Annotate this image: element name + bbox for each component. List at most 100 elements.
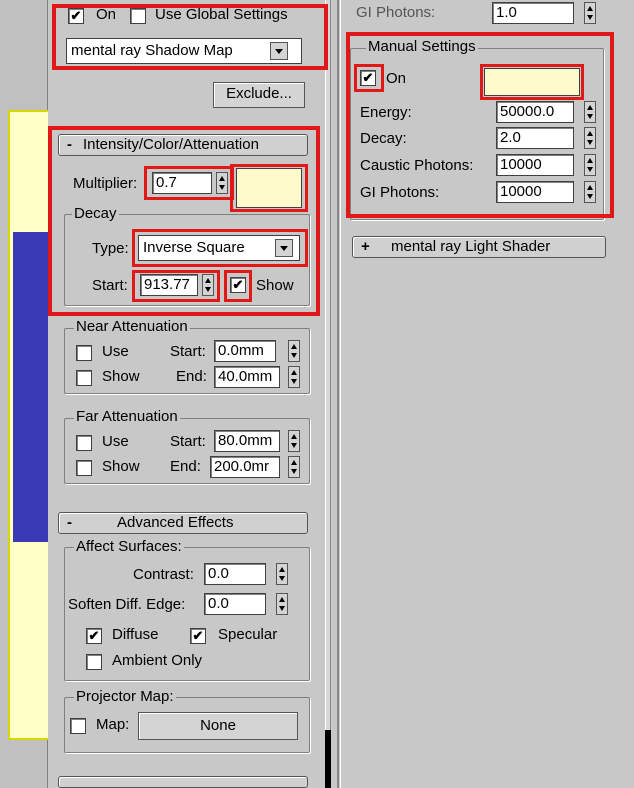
diffuse-checkbox[interactable]: ✔	[86, 628, 102, 644]
far-use-label: Use	[102, 433, 129, 450]
manual-on-label: On	[386, 70, 407, 87]
check-icon: ✔	[362, 70, 374, 85]
caustic-photons-input[interactable]: 10000	[496, 154, 574, 176]
soften-diff-edge-input[interactable]: 0.0	[204, 593, 266, 615]
near-use-label: Use	[102, 343, 129, 360]
use-global-settings-label: Use Global Settings	[155, 6, 288, 23]
shadow-on-label: On	[96, 6, 117, 23]
decay-input[interactable]: 2.0	[496, 127, 574, 149]
near-start-spinner[interactable]	[288, 340, 300, 362]
multiplier-input[interactable]: 0.7	[152, 172, 212, 194]
shadow-type-dropdown[interactable]: mental ray Shadow Map	[66, 38, 302, 64]
decay-show-checkbox[interactable]: ✔	[230, 277, 246, 293]
collapse-icon: -	[67, 514, 72, 531]
shadow-type-value: mental ray Shadow Map	[71, 42, 233, 59]
far-use-checkbox[interactable]	[76, 435, 92, 451]
intensity-header-label: Intensity/Color/Attenuation	[83, 136, 259, 153]
manual-on-checkbox[interactable]: ✔	[360, 70, 376, 86]
gi-photons-top-label: GI Photons:	[356, 4, 436, 21]
next-rollout-header[interactable]	[58, 776, 308, 788]
decay-show-label: Show	[256, 277, 294, 294]
decay-label: Decay:	[360, 130, 407, 147]
decay-start-label: Start:	[92, 277, 128, 294]
manual-settings-title: Manual Settings	[366, 38, 478, 55]
contrast-spinner[interactable]	[276, 563, 288, 585]
check-icon: ✔	[70, 8, 82, 23]
multiplier-spinner[interactable]	[216, 172, 228, 194]
caustic-photons-label: Caustic Photons:	[360, 157, 474, 174]
ambient-only-checkbox[interactable]	[86, 654, 102, 670]
near-end-input[interactable]: 40.0mm	[214, 366, 280, 388]
light-shader-rollout-header[interactable]: + mental ray Light Shader	[352, 236, 606, 258]
energy-label: Energy:	[360, 104, 412, 121]
advanced-effects-header-label: Advanced Effects	[117, 514, 234, 531]
far-start-input[interactable]: 80.0mm	[214, 430, 280, 452]
energy-input[interactable]: 50000.0	[496, 101, 574, 123]
decay-type-label: Type:	[92, 240, 129, 257]
near-end-label: End:	[176, 368, 207, 385]
near-show-checkbox[interactable]	[76, 370, 92, 386]
near-use-checkbox[interactable]	[76, 345, 92, 361]
affect-surfaces-title: Affect Surfaces:	[74, 538, 184, 555]
soften-diff-edge-label: Soften Diff. Edge:	[68, 596, 186, 613]
check-icon: ✔	[88, 628, 100, 643]
projector-map-title: Projector Map:	[74, 688, 176, 705]
specular-checkbox[interactable]: ✔	[190, 628, 206, 644]
light-shader-header-label: mental ray Light Shader	[391, 238, 551, 255]
projector-map-button[interactable]: None	[138, 712, 298, 740]
contrast-input[interactable]: 0.0	[204, 563, 266, 585]
diffuse-label: Diffuse	[112, 626, 159, 643]
decay-title: Decay	[72, 205, 119, 222]
multiplier-label: Multiplier:	[73, 175, 138, 192]
gi-photons-top-input[interactable]: 1.0	[492, 2, 574, 24]
advanced-effects-rollout-header[interactable]: - Advanced Effects	[58, 512, 308, 534]
far-end-spinner[interactable]	[288, 456, 300, 478]
decay-type-value: Inverse Square	[143, 239, 245, 256]
gi-photons-spinner[interactable]	[584, 181, 596, 203]
near-end-spinner[interactable]	[288, 366, 300, 388]
viewport-view[interactable]	[8, 110, 48, 740]
collapse-icon: -	[67, 136, 72, 153]
check-icon: ✔	[192, 628, 204, 643]
intensity-rollout-header[interactable]: - Intensity/Color/Attenuation	[58, 134, 308, 156]
chevron-down-icon[interactable]	[270, 42, 288, 60]
near-show-label: Show	[102, 368, 140, 385]
caustic-photons-spinner[interactable]	[584, 154, 596, 176]
use-global-settings-checkbox[interactable]	[130, 8, 146, 24]
gi-photons-top-spinner[interactable]	[584, 2, 596, 24]
light-color-swatch[interactable]	[236, 168, 302, 208]
gi-photons-label: GI Photons:	[360, 184, 440, 201]
far-attenuation-title: Far Attenuation	[74, 408, 180, 425]
expand-icon: +	[361, 238, 370, 255]
panel-scrollbar-thumb[interactable]	[325, 730, 331, 788]
decay-start-spinner[interactable]	[202, 274, 214, 296]
shadow-on-checkbox[interactable]: ✔	[68, 8, 84, 24]
viewport-scene	[13, 232, 48, 542]
soften-diff-edge-spinner[interactable]	[276, 593, 288, 615]
ambient-only-label: Ambient Only	[112, 652, 203, 669]
exclude-button[interactable]: Exclude...	[213, 82, 305, 108]
near-start-label: Start:	[170, 343, 206, 360]
far-start-label: Start:	[170, 433, 206, 450]
decay-spinner[interactable]	[584, 127, 596, 149]
far-start-spinner[interactable]	[288, 430, 300, 452]
far-end-input[interactable]: 200.0mr	[210, 456, 280, 478]
photon-color-swatch[interactable]	[484, 68, 580, 96]
near-start-input[interactable]: 0.0mm	[214, 340, 276, 362]
energy-spinner[interactable]	[584, 101, 596, 123]
gi-photons-input[interactable]: 10000	[496, 181, 574, 203]
viewport-strip[interactable]	[0, 0, 48, 788]
far-show-label: Show	[102, 458, 140, 475]
decay-start-input[interactable]: 913.77	[140, 274, 198, 296]
check-icon: ✔	[232, 277, 244, 292]
far-show-checkbox[interactable]	[76, 460, 92, 476]
specular-label: Specular	[218, 626, 278, 643]
panel-scroll-divider[interactable]	[325, 0, 331, 788]
map-label: Map:	[96, 716, 130, 733]
far-end-label: End:	[170, 458, 201, 475]
near-attenuation-title: Near Attenuation	[74, 318, 190, 335]
projector-map-checkbox[interactable]	[70, 718, 86, 734]
chevron-down-icon[interactable]	[275, 239, 293, 257]
contrast-label: Contrast:	[133, 566, 194, 583]
column-separator	[337, 0, 339, 788]
